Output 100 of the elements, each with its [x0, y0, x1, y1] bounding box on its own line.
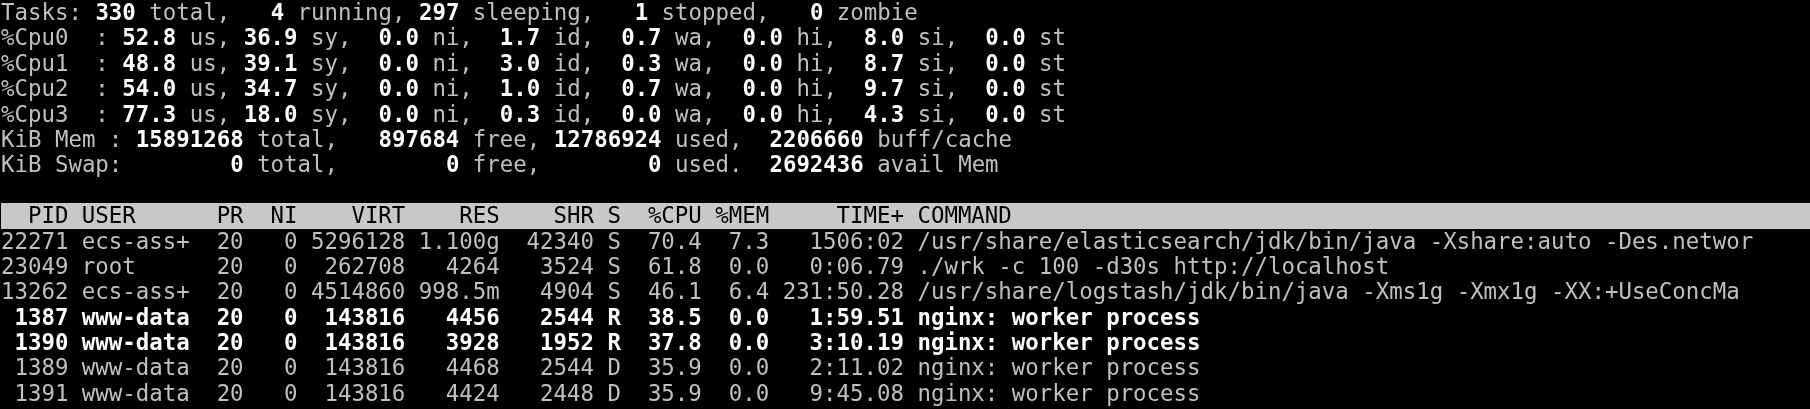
priority-cell-text: 20	[215, 330, 244, 356]
summary-line: KiB Swap: 0 total, 0 free, 0 used. 2692436 avail Mem	[1, 152, 1000, 178]
time-cell-text: 3:10.19	[808, 330, 904, 356]
res-cell-text: 4456	[444, 304, 500, 331]
column-header: SHR	[552, 203, 594, 229]
column-header: VIRT	[350, 203, 406, 229]
shr-cell-text: 1952	[539, 330, 594, 356]
virt-cell: 4514860	[310, 279, 406, 305]
state-cell: R	[607, 304, 621, 331]
cpu-cell-text: 37.8	[646, 330, 702, 356]
res-cell-text: 4264	[445, 253, 500, 280]
command-cell-text: nginx: worker process	[917, 355, 1202, 381]
nice-cell-text: 0	[283, 380, 298, 407]
user-cell: www-data	[81, 355, 190, 381]
nice-cell-text: 0	[283, 279, 298, 305]
cpu-cell-text: 70.4	[646, 228, 702, 254]
res-cell: 1.100g	[418, 228, 500, 254]
nice-cell-text: 0	[283, 253, 298, 280]
cpu-cell-text: 35.9	[646, 380, 702, 407]
summary-line: Tasks: 330 total, 4 running, 297 sleeping, 1 stopped, 0 zombie	[1, 0, 919, 26]
column-header: USER	[81, 203, 137, 229]
time-cell-text: 1:59.51	[808, 304, 904, 331]
mem-cell-text: 6.4	[727, 279, 770, 305]
mem-cell-text: 0.0	[727, 304, 770, 331]
user-cell: www-data	[81, 380, 190, 407]
virt-cell: 5296128	[310, 228, 406, 254]
state-cell: S	[607, 228, 621, 254]
shr-cell-text: 42340	[525, 228, 594, 254]
nice-cell-text: 0	[283, 228, 298, 254]
command-cell-text: /usr/share/logstash/jdk/bin/java -Xms1g -Xmx1g -XX:+UseConcMa	[917, 279, 1741, 305]
column-header: %CPU	[646, 203, 702, 229]
column-header: S	[607, 203, 621, 229]
pid-cell-text: 1390	[13, 330, 69, 356]
nice-cell-text: 0	[283, 330, 298, 356]
virt-cell-text: 143816	[323, 304, 406, 331]
virt-cell-text: 143816	[323, 380, 406, 407]
cpu-cell-text: 46.1	[646, 279, 702, 305]
shr-cell-text: 2448	[539, 380, 594, 407]
mem-cell-text: 0.0	[727, 355, 770, 381]
time-cell-text: 0:06.79	[808, 253, 904, 280]
priority-cell-text: 20	[215, 304, 244, 331]
res-cell-text: 4468	[444, 355, 500, 381]
summary-line: %Cpu0 : 52.8 us, 36.9 sy, 0.0 ni, 1.7 id, 0.7 wa, 0.0 hi, 8.0 si, 0.0 st	[1, 25, 1068, 51]
column-header: %MEM	[715, 203, 770, 229]
cpu-cell-text: 38.5	[646, 304, 702, 331]
summary-line: %Cpu2 : 54.0 us, 34.7 sy, 0.0 ni, 1.0 id, 0.7 wa, 0.0 hi, 9.7 si, 0.0 st	[1, 76, 1068, 102]
time-cell: 231:50.28	[782, 279, 904, 305]
shr-cell-text: 2544	[539, 355, 594, 381]
state-cell: D	[607, 355, 621, 381]
virt-cell-text: 143816	[323, 355, 406, 381]
cpu-cell-text: 61.8	[646, 253, 702, 280]
mem-cell-text: 7.3	[727, 228, 770, 254]
priority-cell-text: 20	[215, 228, 244, 254]
summary-line: KiB Mem : 15891268 total, 897684 free, 12786924 used, 2206660 buff/cache	[1, 126, 1014, 153]
mem-cell-text: 0.0	[727, 380, 770, 407]
priority-cell-text: 20	[215, 253, 244, 280]
mem-cell-text: 0.0	[727, 330, 770, 356]
command-cell-text: nginx: worker process	[917, 330, 1202, 356]
shr-cell-text: 3524	[539, 253, 594, 280]
pid-cell: 22271	[1, 228, 69, 254]
user-cell: www-data	[81, 330, 190, 356]
nice-cell-text: 0	[283, 304, 298, 331]
command-cell-text: /usr/share/elasticsearch/jdk/bin/java -Xshare:auto -Des.networ	[917, 228, 1755, 254]
priority-cell-text: 20	[215, 380, 244, 407]
summary-line: %Cpu1 : 48.8 us, 39.1 sy, 0.0 ni, 3.0 id, 0.3 wa, 0.0 hi, 8.7 si, 0.0 st	[1, 50, 1068, 77]
shr-cell-text: 4904	[539, 279, 594, 305]
command-cell-text: nginx: worker process	[917, 304, 1201, 331]
column-header: PID	[26, 203, 69, 229]
column-header: COMMAND	[917, 203, 1013, 229]
virt-cell-text: 143816	[323, 330, 406, 356]
pid-cell: 13262	[1, 279, 69, 305]
cpu-cell-text: 35.9	[646, 355, 702, 381]
state-cell: D	[607, 380, 621, 407]
time-cell-text: 9:45.08	[808, 380, 904, 407]
priority-cell-text: 20	[215, 355, 244, 381]
mem-cell-text: 0.0	[727, 253, 770, 280]
summary-line: %Cpu3 : 77.3 us, 18.0 sy, 0.0 ni, 0.3 id, 0.0 wa, 0.0 hi, 4.3 si, 0.0 st	[1, 101, 1068, 127]
user-cell: ecs-ass+	[81, 279, 190, 305]
virt-cell-text: 262708	[323, 253, 406, 280]
res-cell: 998.5m	[418, 279, 500, 305]
res-cell-text: 3928	[444, 330, 500, 356]
user-cell: www-data	[81, 304, 190, 331]
command-cell-text: ./wrk -c 100 -d30s http://localhost	[917, 253, 1390, 280]
column-header: RES	[458, 203, 500, 229]
shr-cell-text: 2544	[539, 304, 594, 331]
user-cell-text: root	[81, 253, 137, 280]
priority-cell-text: 20	[215, 279, 244, 305]
pid-cell-text: 1389	[13, 355, 69, 381]
res-cell-text: 4424	[444, 380, 500, 407]
command-cell-text: nginx: worker process	[917, 380, 1202, 407]
pid-cell-text: 1387	[13, 304, 69, 331]
nice-cell-text: 0	[283, 355, 298, 381]
column-header: TIME+	[835, 203, 904, 229]
state-cell: S	[607, 279, 621, 305]
pid-cell-text: 1391	[13, 380, 69, 407]
time-cell-text: 1506:02	[808, 228, 904, 254]
state-cell: S	[607, 253, 621, 280]
column-header: NI	[269, 203, 298, 229]
column-header: PR	[215, 203, 244, 229]
user-cell: ecs-ass+	[81, 228, 190, 254]
